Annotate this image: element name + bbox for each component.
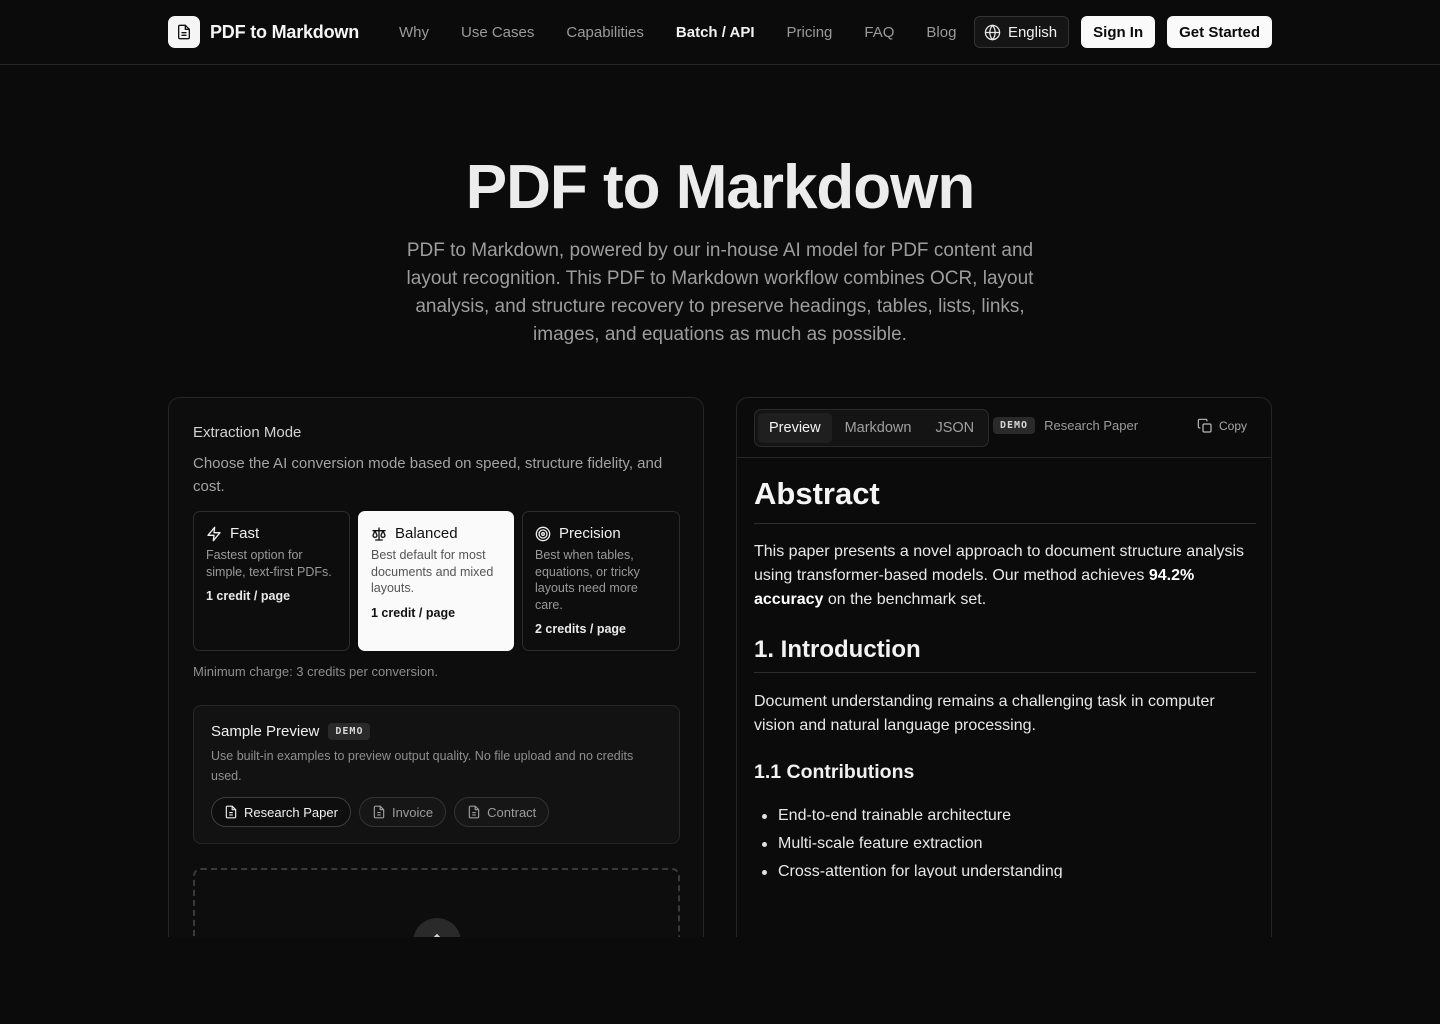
tab-json[interactable]: JSON: [924, 413, 985, 443]
preview-paragraph-abstract: This paper presents a novel approach to …: [754, 543, 1245, 608]
top-navbar: PDF to Markdown Why Use Cases Capabiliti…: [0, 0, 1440, 65]
nav-link-blog[interactable]: Blog: [910, 24, 972, 41]
document-icon: [168, 16, 200, 48]
mode-description: Fastest option for simple, text-first PD…: [206, 548, 332, 579]
sample-preview-description: Use built-in examples to preview output …: [211, 749, 634, 783]
preview-header: Preview Markdown JSON DEMO Research Pape…: [737, 398, 1271, 458]
get-started-button[interactable]: Get Started: [1167, 16, 1272, 48]
nav-link-batch-api[interactable]: Batch / API: [660, 24, 771, 41]
nav-link-pricing[interactable]: Pricing: [771, 24, 849, 41]
file-icon: [372, 805, 386, 819]
nav-actions: English Sign In Get Started: [973, 16, 1272, 48]
sign-in-button[interactable]: Sign In: [1081, 16, 1156, 48]
nav-link-why[interactable]: Why: [383, 24, 445, 41]
list-item: Cross-attention for layout understanding: [762, 858, 1256, 878]
tab-markdown[interactable]: Markdown: [834, 413, 923, 443]
file-icon: [224, 805, 238, 819]
minimum-charge-note: Minimum charge: 3 credits per conversion…: [193, 664, 438, 679]
copy-label: Copy: [1218, 419, 1247, 433]
brand-name: PDF to Markdown: [210, 21, 359, 42]
globe-icon: [984, 23, 1001, 41]
mode-name: Fast: [230, 525, 260, 542]
mode-card-precision[interactable]: Precision Best when tables, equations, o…: [522, 511, 680, 651]
preview-content: Abstract This paper presents a novel app…: [754, 458, 1256, 878]
preview-panel: Preview Markdown JSON DEMO Research Pape…: [736, 397, 1272, 957]
copy-button[interactable]: Copy: [1197, 418, 1247, 434]
mode-card-fast[interactable]: Fast Fastest option for simple, text-fir…: [193, 511, 350, 651]
demo-badge: DEMO: [993, 417, 1036, 434]
preview-heading-contributions: 1.1 Contributions: [754, 761, 915, 783]
hero-description: PDF to Markdown, powered by our in-house…: [406, 240, 1034, 345]
sample-research-paper-button[interactable]: Research Paper: [211, 797, 351, 827]
preview-paragraph-introduction: Document understanding remains a challen…: [754, 693, 1215, 734]
extraction-mode-title: Extraction Mode: [193, 424, 302, 441]
mode-name: Balanced: [395, 525, 458, 542]
preview-heading-introduction: 1. Introduction: [754, 636, 1256, 673]
list-item: Multi-scale feature extraction: [762, 830, 1256, 858]
mode-description: Best when tables, equations, or tricky l…: [535, 548, 640, 612]
sample-invoice-button[interactable]: Invoice: [358, 797, 447, 827]
hero-title: PDF to Markdown: [465, 153, 976, 222]
output-tabs: Preview Markdown JSON: [754, 409, 990, 447]
sample-button-label: Research Paper: [244, 804, 338, 820]
extraction-panel: Extraction Mode Choose the AI conversion…: [168, 397, 704, 957]
file-icon: [467, 805, 481, 819]
nav-links: Why Use Cases Capabilities Batch / API P…: [383, 0, 972, 64]
lightning-icon: [206, 526, 222, 542]
demo-badge: DEMO: [328, 723, 371, 740]
sample-contract-button[interactable]: Contract: [454, 797, 550, 827]
sample-preview-box: Sample Preview DEMO Use built-in example…: [193, 705, 680, 844]
nav-link-capabilities[interactable]: Capabilities: [550, 24, 660, 41]
sample-preview-title: Sample Preview: [211, 723, 320, 740]
contributions-list: End-to-end trainable architecture Multi-…: [762, 802, 1256, 878]
language-label: English: [1007, 23, 1058, 41]
target-icon: [535, 526, 551, 542]
mode-name: Precision: [559, 525, 621, 542]
brand[interactable]: PDF to Markdown: [168, 16, 359, 48]
mode-credits: 1 credit / page: [371, 605, 456, 620]
page-fold: [0, 937, 1440, 1024]
extraction-mode-description: Choose the AI conversion mode based on s…: [193, 455, 663, 495]
nav-link-use-cases[interactable]: Use Cases: [445, 24, 550, 41]
sample-button-label: Invoice: [391, 804, 434, 820]
scale-icon: [371, 526, 387, 542]
sample-button-label: Contract: [487, 804, 537, 820]
tab-preview[interactable]: Preview: [758, 413, 832, 443]
mode-card-balanced[interactable]: Balanced Best default for most documents…: [358, 511, 514, 651]
copy-icon: [1197, 418, 1213, 434]
mode-credits: 2 credits / page: [535, 622, 627, 636]
mode-description: Best default for most documents and mixe…: [371, 548, 494, 595]
language-selector[interactable]: English: [973, 16, 1070, 48]
preview-heading-abstract: Abstract: [754, 476, 1256, 524]
mode-credits: 1 credit / page: [206, 589, 291, 603]
nav-link-faq[interactable]: FAQ: [848, 24, 910, 41]
list-item: End-to-end trainable architecture: [762, 802, 1256, 830]
preview-document-name: Research Paper: [1044, 418, 1139, 433]
